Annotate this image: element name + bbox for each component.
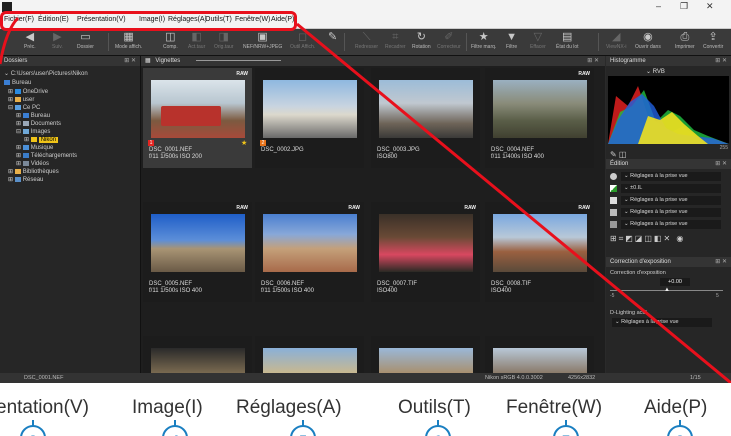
zoom-menu-image: Image(I) <box>132 397 203 418</box>
callout-number: 5 <box>290 425 316 436</box>
callout-number: 3 <box>20 425 46 436</box>
callout-number: 4 <box>162 425 188 436</box>
zoom-menu-tools: Outils(T) <box>398 397 471 418</box>
zoomed-menu-strip: entation(V) Image(I) Réglages(A) Outils(… <box>0 383 731 436</box>
callout-number: 8 <box>667 425 693 436</box>
zoom-menu-adjust: Réglages(A) <box>236 397 342 418</box>
zoom-menu-help: Aide(P) <box>644 397 708 418</box>
zoom-menu-window: Fenêtre(W) <box>506 397 603 418</box>
callout-number: 7 <box>553 425 579 436</box>
callout-line <box>0 16 731 385</box>
zoom-menu-view: entation(V) <box>0 397 89 418</box>
callout-number: 6 <box>425 425 451 436</box>
